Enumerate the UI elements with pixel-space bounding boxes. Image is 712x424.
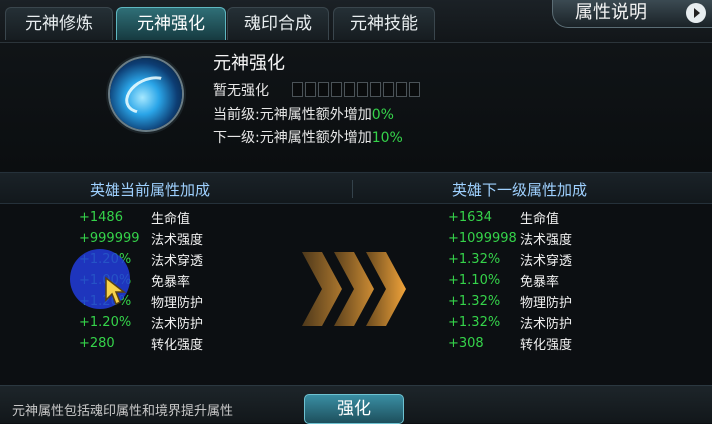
level-progress-slots (292, 82, 420, 97)
current-level-value: 0% (371, 107, 394, 123)
strengthen-title: 元神强化 (213, 53, 285, 74)
attribute-help-button[interactable]: 属性说明 (552, 0, 712, 28)
stat-name: 物理防护 (151, 296, 204, 311)
next-level-text: 下一级:元神属性额外增加 (213, 130, 372, 146)
level-slot (292, 82, 303, 97)
stat-value: +1486 (79, 210, 123, 225)
strengthen-button[interactable]: 强化 (304, 394, 404, 424)
stat-value: +1.20% (79, 315, 132, 330)
stat-value: +308 (448, 336, 484, 351)
compare-divider (352, 180, 353, 198)
next-level-value: 10% (371, 130, 403, 146)
stat-row: +280 转化强度 (79, 333, 203, 354)
stat-row: +1.32% 法术防护 (448, 312, 572, 333)
stat-row: +1634 生命值 (448, 207, 572, 228)
stat-name: 法术防护 (520, 317, 573, 332)
stat-value: +1099998 (448, 231, 517, 246)
current-level-text: 当前级:元神属性额外增加 (213, 107, 372, 123)
level-slot (305, 82, 316, 97)
tab-soul-seal-synthesis[interactable]: 魂印合成 (227, 7, 329, 40)
stat-value: +1.32% (448, 315, 501, 330)
stat-value: +1.32% (448, 294, 501, 309)
stat-value: +1.32% (448, 252, 501, 267)
level-slot (396, 82, 407, 97)
stat-row: +1486 生命值 (79, 207, 203, 228)
stat-value: +999999 (79, 231, 140, 246)
stat-row: +308 转化强度 (448, 333, 572, 354)
next-level-info: 下一级:元神属性额外增加10% (213, 127, 403, 147)
stat-value: +280 (79, 336, 115, 351)
stat-row: +999999 法术强度 (79, 228, 203, 249)
next-stats-list: +1634 生命值 +1099998 法术强度 +1.32% 法术穿透 +1.10% 免… (448, 207, 572, 354)
current-bonus-title: 英雄当前属性加成 (90, 181, 211, 199)
stat-name: 生命值 (151, 212, 191, 227)
level-slot (370, 82, 381, 97)
stat-name: 法术穿透 (520, 254, 573, 269)
level-slot (344, 82, 355, 97)
tab-yuanshen-skills[interactable]: 元神技能 (333, 7, 435, 40)
level-slot (357, 82, 368, 97)
stat-name: 法术防护 (151, 317, 204, 332)
current-level-info: 当前级:元神属性额外增加0% (213, 104, 394, 124)
stat-value: +1.10% (448, 273, 501, 288)
stat-name: 法术穿透 (151, 254, 204, 269)
yuanshen-orb-icon (110, 58, 182, 130)
tab-yuanshen-cultivation[interactable]: 元神修炼 (5, 7, 113, 40)
stat-value: +1634 (448, 210, 492, 225)
pointer-cursor-icon (105, 276, 126, 306)
stat-row: +1099998 法术强度 (448, 228, 572, 249)
stat-row: +1.32% 物理防护 (448, 291, 572, 312)
stat-name: 转化强度 (151, 338, 204, 353)
level-slot (318, 82, 329, 97)
level-slot (331, 82, 342, 97)
strengthen-status: 暂无强化 (213, 83, 269, 99)
stat-name: 免暴率 (151, 275, 191, 290)
stat-row: +1.10% 免暴率 (448, 270, 572, 291)
level-slot (409, 82, 420, 97)
tab-yuanshen-strengthen[interactable]: 元神强化 (116, 7, 226, 40)
stat-name: 法术强度 (520, 233, 573, 248)
stat-name: 生命值 (520, 212, 560, 227)
level-slot (383, 82, 394, 97)
stat-name: 免暴率 (520, 275, 560, 290)
stat-name: 物理防护 (520, 296, 573, 311)
stat-row: +1.20% 法术防护 (79, 312, 203, 333)
attribute-help-label: 属性说明 (575, 2, 647, 23)
stat-name: 转化强度 (520, 338, 573, 353)
arrow-right-icon (686, 3, 706, 23)
stat-name: 法术强度 (151, 233, 204, 248)
upgrade-arrows-icon (300, 248, 410, 330)
next-bonus-title: 英雄下一级属性加成 (452, 181, 588, 199)
footer-note: 元神属性包括魂印属性和境界提升属性 (12, 404, 234, 419)
stat-row: +1.32% 法术穿透 (448, 249, 572, 270)
